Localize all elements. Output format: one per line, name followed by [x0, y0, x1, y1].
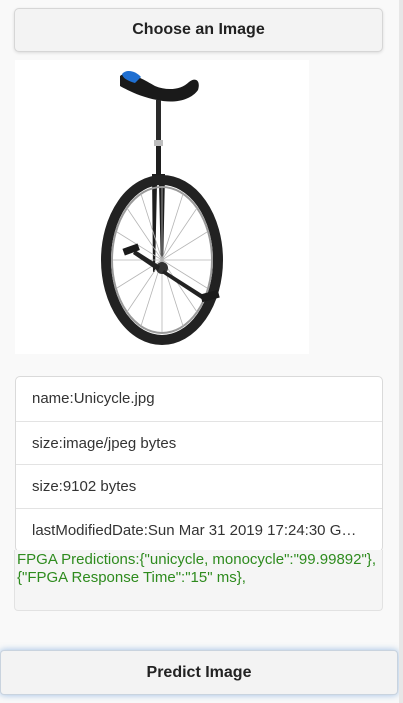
image-preview: [15, 60, 309, 354]
predict-image-button[interactable]: Predict Image: [0, 650, 398, 695]
unicycle-image: [101, 70, 223, 345]
prediction-output: FPGA Predictions:{"unicycle, monocycle":…: [14, 550, 383, 611]
file-info-list: name:Unicycle.jpg size:image/jpeg bytes …: [15, 376, 383, 552]
file-type-item: size:image/jpeg bytes: [16, 420, 382, 465]
last-modified-item: lastModifiedDate:Sun Mar 31 2019 17:24:3…: [16, 507, 382, 552]
file-name-item: name:Unicycle.jpg: [32, 390, 155, 407]
file-size-item: size:9102 bytes: [16, 464, 382, 508]
choose-image-button[interactable]: Choose an Image: [14, 8, 383, 52]
scrollbar-track[interactable]: [399, 0, 403, 703]
